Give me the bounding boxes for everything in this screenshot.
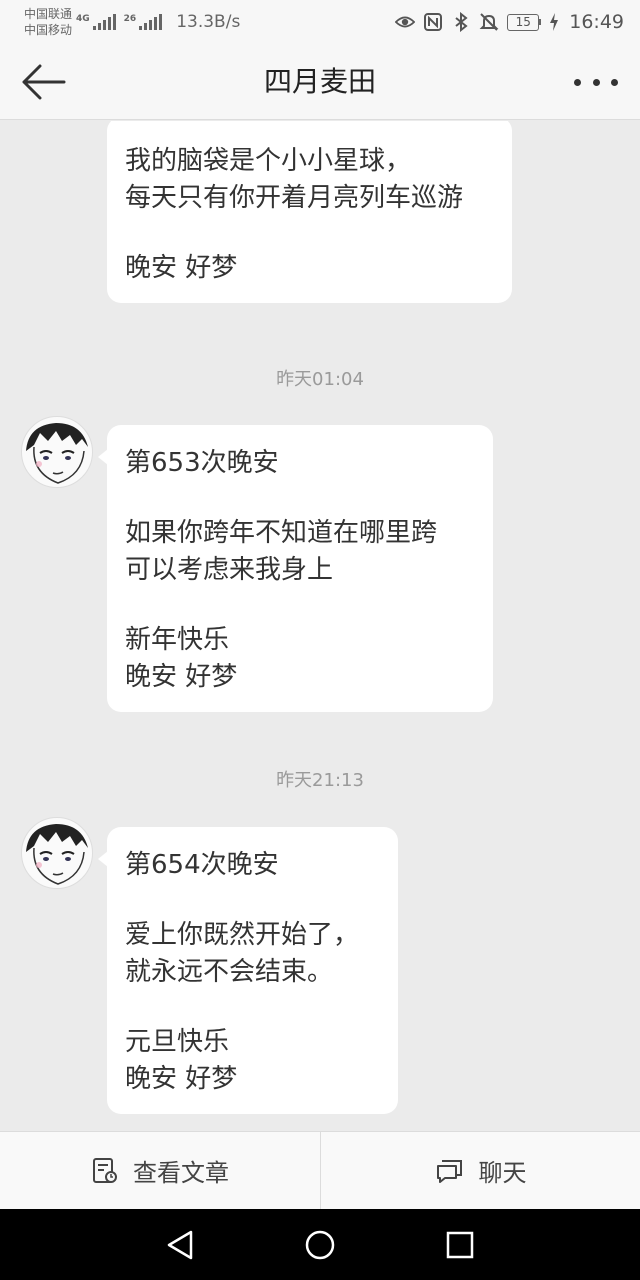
message-timestamp: 昨天01:04	[276, 369, 364, 390]
page-title: 四月麦田	[263, 65, 376, 98]
carrier-names: 中国联通 中国移动	[24, 6, 72, 38]
message-line: 新年快乐	[125, 625, 230, 655]
system-nav-bar	[0, 1209, 640, 1280]
clock: 16:49	[569, 11, 624, 33]
message-line: 我的脑袋是个小小星球，	[125, 146, 412, 176]
mute-icon	[479, 12, 499, 32]
avatar-face-icon	[26, 824, 88, 885]
signal-1-tag: 4G	[76, 14, 90, 24]
message-line: 第654次晚安	[125, 850, 279, 880]
status-bar: 中国联通 中国移动 4G 26 13.3B/s 15 16:49	[0, 0, 640, 44]
chat-bubble-icon	[436, 1159, 462, 1183]
circle-home-icon	[305, 1230, 335, 1259]
message-line: 如果你跨年不知道在哪里跨	[125, 518, 438, 548]
chat-button[interactable]: 聊天	[320, 1132, 640, 1209]
battery-level: 15	[507, 13, 540, 31]
bottom-action-bar: 查看文章 聊天	[0, 1131, 640, 1209]
nav-back-button[interactable]	[160, 1225, 200, 1265]
message-line: 爱上你既然开始了，	[125, 920, 360, 950]
battery-icon: 15	[507, 13, 542, 31]
article-icon	[93, 1157, 117, 1183]
view-articles-button[interactable]: 查看文章	[0, 1132, 320, 1209]
avatar-face-icon	[26, 423, 88, 484]
net-speed: 13.3B/s	[176, 12, 241, 32]
carrier-1: 中国联通	[24, 7, 73, 21]
square-recents-icon	[446, 1231, 474, 1258]
message-line: 晚安 好梦	[125, 1064, 238, 1094]
triangle-back-icon	[167, 1230, 193, 1259]
nav-home-button[interactable]	[300, 1225, 340, 1265]
charging-icon	[549, 12, 559, 32]
signal-2-tag: 26	[123, 14, 137, 24]
message-line: 晚安 好梦	[125, 662, 238, 692]
signal-2-icon: 26	[124, 14, 163, 30]
chat-message-list[interactable]: 我的脑袋是个小小星球， 每天只有你开着月亮列车巡游 晚安 好梦 昨天01:04 …	[0, 121, 640, 1131]
message-line: 每天只有你开着月亮列车巡游	[125, 183, 464, 213]
chat-header: 四月麦田	[0, 44, 640, 120]
eye-icon	[395, 12, 416, 32]
message-line: 晚安 好梦	[125, 253, 238, 283]
arrow-left-icon	[22, 64, 66, 100]
message-line: 就永远不会结束。	[125, 957, 334, 987]
back-button[interactable]	[20, 62, 76, 102]
message-bubble[interactable]: 我的脑袋是个小小星球， 每天只有你开着月亮列车巡游 晚安 好梦	[107, 121, 512, 303]
nav-recents-button[interactable]	[440, 1225, 480, 1265]
carrier-2: 中国移动	[24, 23, 73, 37]
more-button[interactable]	[572, 68, 620, 96]
chat-label: 聊天	[478, 1159, 527, 1187]
message-timestamp: 昨天21:13	[276, 770, 364, 791]
more-dots-icon	[574, 78, 581, 86]
view-articles-label: 查看文章	[133, 1159, 229, 1187]
message-line: 元旦快乐	[125, 1027, 230, 1057]
avatar[interactable]	[21, 817, 93, 889]
message-bubble[interactable]: 第654次晚安 爱上你既然开始了， 就永远不会结束。 元旦快乐 晚安 好梦	[98, 827, 398, 1114]
nfc-icon	[423, 12, 443, 32]
message-bubble[interactable]: 第653次晚安 如果你跨年不知道在哪里跨 可以考虑来我身上 新年快乐 晚安 好梦	[98, 425, 493, 712]
avatar[interactable]	[21, 416, 93, 488]
signal-1-icon: 4G	[76, 14, 116, 30]
bluetooth-icon	[451, 12, 471, 32]
message-line: 第653次晚安	[125, 448, 279, 478]
message-line: 可以考虑来我身上	[125, 555, 334, 585]
